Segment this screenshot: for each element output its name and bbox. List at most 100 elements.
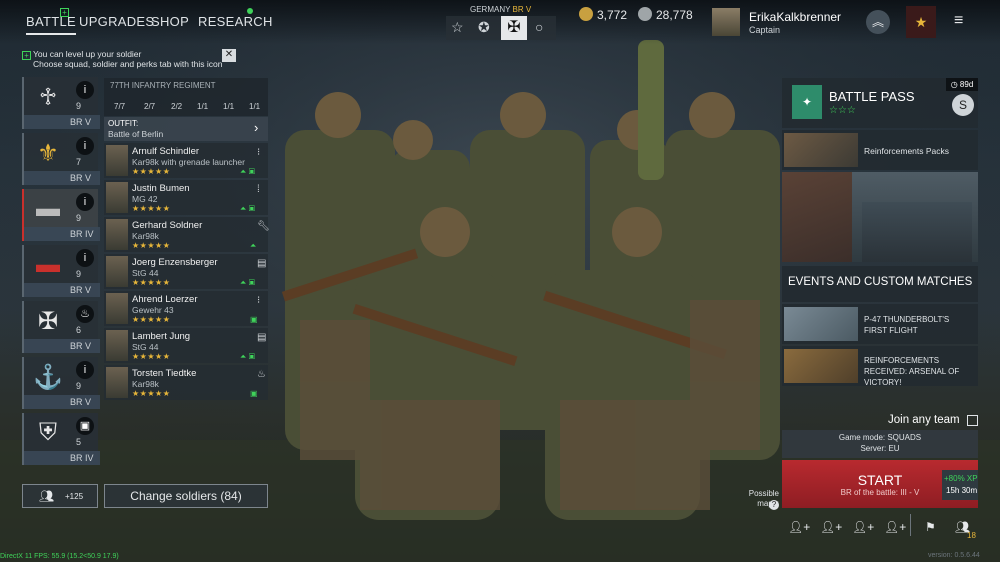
player-name[interactable]: ErikaKalkbrenner xyxy=(749,10,841,24)
soldier-row[interactable]: Arnulf Schindler Kar98k with grenade lau… xyxy=(104,143,268,178)
nation-name: GERMANY xyxy=(470,5,511,14)
usa-star-icon[interactable]: ☆ xyxy=(451,19,464,36)
soldier-row[interactable]: Justin Bumen MG 42 ★★★★★ ⁞ ⏶ ▣ xyxy=(104,180,268,215)
squad-emblem-icon: ✠ xyxy=(37,308,59,335)
battle-pass-card[interactable]: ✦ BATTLE PASS ☆☆☆ ◷ 89d S xyxy=(782,78,978,128)
soldier-row[interactable]: Joerg Enzensberger StG 44 ★★★★★ ▤ ⏶ ▣ xyxy=(104,254,268,289)
tab-battle[interactable]: BATTLE xyxy=(26,14,76,35)
army-badge-icon[interactable]: ★ xyxy=(906,6,936,38)
squad-br: BR V xyxy=(70,173,92,183)
invite-friend-icon[interactable]: 👤︎+ xyxy=(788,520,810,534)
chevron-right-icon: › xyxy=(254,120,259,135)
reserve-count: +125 xyxy=(65,492,84,501)
squad-br: BR V xyxy=(70,117,92,127)
squad-emblem-icon: ⚓ xyxy=(33,364,63,391)
reinforcements-label: Reinforcements Packs xyxy=(864,146,950,156)
class-slot-count: 1/1 xyxy=(249,102,261,111)
squad-card[interactable]: ⛨ ▣ 5 BR IV xyxy=(22,413,100,465)
squad-count: 9 xyxy=(76,213,82,223)
soldier-portrait xyxy=(106,182,128,213)
server-label: Server: EU xyxy=(860,444,900,453)
divider xyxy=(910,514,911,536)
clock-icon: ◷ xyxy=(950,80,958,89)
event-item[interactable]: P-47 THUNDERBOLT'S FIRST FLIGHT xyxy=(782,304,978,344)
tab-research[interactable]: RESEARCH xyxy=(198,14,273,29)
event-title: P-47 THUNDERBOLT'S FIRST FLIGHT xyxy=(864,315,950,335)
squad-card[interactable]: ⚓ i 9 BR V xyxy=(22,357,100,409)
squad-card[interactable]: ⚜ i 7 BR V xyxy=(22,133,100,185)
squad-br: BR IV xyxy=(70,453,94,463)
research-notification-dot xyxy=(247,8,253,14)
squad-card[interactable]: ✠ ♨ 6 BR V xyxy=(22,301,100,353)
squad-card[interactable]: ♱ i 9 BR V xyxy=(22,77,100,129)
info-icon: i xyxy=(76,361,94,379)
soldier-weapon: Gewehr 43 xyxy=(132,305,174,315)
soldier-name: Ahrend Loerzer xyxy=(132,294,198,305)
fire-icon: ♨ xyxy=(76,305,94,323)
game-mode-selector[interactable]: Game mode: SQUADS Server: EU xyxy=(782,430,978,458)
soldier-name: Justin Bumen xyxy=(132,183,190,194)
join-any-team-label: Join any team xyxy=(888,414,960,426)
soldier-row[interactable]: Gerhard Soldner Kar98k ★★★★★ 🔧︎ ⏶ xyxy=(104,217,270,252)
invite-friend-icon[interactable]: 👤︎+ xyxy=(820,520,842,534)
season-s-icon: S xyxy=(952,94,974,116)
soldier-portrait xyxy=(106,219,128,250)
start-button[interactable]: START BR of the battle: III - V +80% XP … xyxy=(782,460,978,508)
event-image xyxy=(784,349,858,383)
join-any-team-checkbox[interactable] xyxy=(967,415,978,426)
events-header[interactable]: EVENTS AND CUSTOM MATCHES xyxy=(782,266,978,302)
soldier-name: Gerhard Soldner xyxy=(132,220,203,231)
notice-line-2: Choose squad, soldier and perks tab with… xyxy=(33,59,223,69)
nation-label: GERMANY BR V xyxy=(470,5,531,14)
upgrade-ready-icon: ⏶ ▣ xyxy=(240,204,256,213)
battle-pass-emblem-icon: ✦ xyxy=(792,85,822,119)
change-soldiers-button[interactable]: Change soldiers (84) xyxy=(104,484,268,508)
squad-card[interactable]: ▬ i 9 BR V xyxy=(22,245,100,297)
outfit-label: OUTFIT: xyxy=(108,119,139,128)
help-icon[interactable]: ? xyxy=(769,500,779,510)
soldier-stars: ★★★★★ xyxy=(132,278,171,287)
info-icon: i xyxy=(76,249,94,267)
japan-circle-icon[interactable]: ○ xyxy=(535,19,543,35)
reserve-button[interactable]: 👥︎ +125 xyxy=(22,484,98,508)
class-slot-count: 2/2 xyxy=(171,102,183,111)
squad-emblem-icon: ⛨ xyxy=(39,419,57,446)
battle-pass-title: BATTLE PASS xyxy=(829,89,915,104)
invite-friend-icon[interactable]: 👤︎+ xyxy=(852,520,874,534)
class-slot-count: 7/7 xyxy=(114,102,126,111)
squad-emblem-icon: ▬ xyxy=(36,195,60,222)
bonus-time: 15h 30m xyxy=(946,486,978,495)
flag-icon[interactable]: ⚑ xyxy=(925,520,936,534)
tab-shop[interactable]: SHOP xyxy=(151,14,189,29)
soldier-weapon: StG 44 xyxy=(132,342,159,352)
squad-count: 7 xyxy=(76,157,82,167)
outfit-selector[interactable]: OUTFIT: Battle of Berlin › xyxy=(104,117,268,141)
rank-chevron-icon[interactable]: ︽ xyxy=(866,10,890,34)
menu-icon[interactable]: ≡ xyxy=(954,12,963,30)
soldier-portrait xyxy=(106,145,128,176)
reinforcements-card[interactable]: Reinforcements Packs xyxy=(782,130,978,170)
assault-icon: ▤ xyxy=(257,258,267,269)
promo-banner[interactable] xyxy=(782,172,978,262)
soldier-name: Lambert Jung xyxy=(132,331,191,342)
soldier-stars: ★★★★★ xyxy=(132,315,171,324)
avatar[interactable] xyxy=(712,8,740,36)
silver-coin-icon xyxy=(579,7,593,21)
soldier-row[interactable]: Torsten Tiedtke Kar98k ★★★★★ ♨ ▣ xyxy=(104,365,268,400)
nation-selector: ☆ ✪ ✠ ○ xyxy=(446,16,556,40)
ussr-star-icon[interactable]: ✪ xyxy=(478,19,490,36)
event-item[interactable]: REINFORCEMENTS RECEIVED: ARSENAL OF VICT… xyxy=(782,346,978,387)
squad-card-selected[interactable]: ▬ i 9 BR IV xyxy=(22,189,100,241)
invite-friend-icon[interactable]: 👤︎+ xyxy=(884,520,906,534)
soldier-weapon: StG 44 xyxy=(132,268,159,278)
soldier-row[interactable]: Ahrend Loerzer Gewehr 43 ★★★★★ ⁝ ▣ xyxy=(104,291,268,326)
squad-br: BR IV xyxy=(70,229,94,239)
notice-line-1: You can level up your soldier xyxy=(33,49,142,59)
level-up-notice: + You can level up your soldier Choose s… xyxy=(22,49,238,71)
new-indicator-icon: + xyxy=(60,8,69,17)
soldier-row[interactable]: Lambert Jung StG 44 ★★★★★ ▤ ⏶ ▣ xyxy=(104,328,268,363)
class-slot-count: 1/1 xyxy=(197,102,209,111)
tab-upgrades[interactable]: UPGRADES xyxy=(79,14,154,29)
close-notice-button[interactable]: ✕ xyxy=(222,49,236,62)
germany-cross-icon[interactable]: ✠ xyxy=(501,16,527,40)
